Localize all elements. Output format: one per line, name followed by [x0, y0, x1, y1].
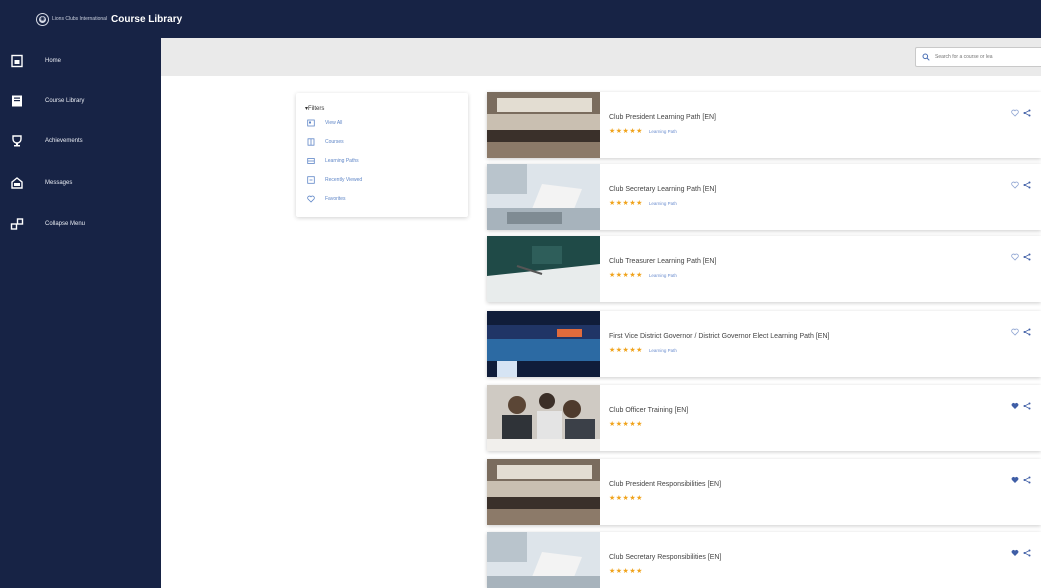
course-thumbnail[interactable]: [487, 164, 600, 230]
lions-logo-icon[interactable]: ◉: [37, 13, 48, 25]
inbox-icon: [10, 176, 24, 190]
course-meta: ★★★★★: [609, 567, 649, 575]
course-thumbnail[interactable]: [487, 532, 600, 588]
page-title: Course Library: [111, 13, 183, 25]
star-rating: ★★★★★: [609, 128, 643, 135]
course-card[interactable]: First Vice District Governor / District …: [487, 311, 1041, 377]
star-rating: ★★★★★: [609, 347, 643, 354]
share-icon[interactable]: [1023, 323, 1031, 336]
star-rating: ★★★★★: [609, 421, 643, 428]
course-thumbnail[interactable]: [487, 385, 600, 451]
course-title[interactable]: Club Officer Training [EN]: [609, 407, 688, 414]
filter-label: Recently Viewed: [325, 177, 363, 183]
share-icon[interactable]: [1023, 104, 1031, 117]
sidebar-item-label: Collapse Menu: [45, 221, 86, 227]
course-title[interactable]: Club Secretary Learning Path [EN]: [609, 186, 716, 193]
collapse-icon: [10, 217, 24, 231]
sidebar-item-messages[interactable]: Messages: [0, 168, 161, 198]
course-card[interactable]: Club President Responsibilities [EN] ★★★…: [487, 459, 1041, 525]
course-title[interactable]: Club Treasurer Learning Path [EN]: [609, 258, 716, 265]
heart-filled-icon[interactable]: [1011, 471, 1019, 483]
filter-view-all[interactable]: View All: [307, 118, 342, 128]
course-type-badge: Learning Path: [648, 272, 677, 278]
course-title[interactable]: Club Secretary Responsibilities [EN]: [609, 554, 721, 561]
filter-label: Courses: [325, 139, 344, 145]
course-thumbnail[interactable]: [487, 236, 600, 302]
sidebar: Home Course Library Achievements Message…: [0, 38, 161, 588]
share-icon[interactable]: [1023, 544, 1031, 557]
filter-label: Favorites: [325, 196, 346, 202]
search-bar-area: [161, 38, 1041, 76]
top-bar: ◉ Lions Clubs International Course Libra…: [0, 0, 1041, 38]
filter-courses[interactable]: Courses: [307, 137, 344, 147]
filter-favorites[interactable]: Favorites: [307, 194, 346, 204]
course-card[interactable]: Club Secretary Learning Path [EN] ★★★★★ …: [487, 164, 1041, 230]
course-card[interactable]: Club Officer Training [EN] ★★★★★: [487, 385, 1041, 451]
course-card[interactable]: Club Treasurer Learning Path [EN] ★★★★★ …: [487, 236, 1041, 302]
sidebar-item-collapse-menu[interactable]: Collapse Menu: [0, 209, 161, 239]
course-thumbnail[interactable]: [487, 459, 600, 525]
course-thumbnail[interactable]: [487, 92, 600, 158]
sidebar-item-label: Messages: [45, 180, 73, 186]
book-icon: [10, 94, 24, 108]
course-card[interactable]: Club Secretary Responsibilities [EN] ★★★…: [487, 532, 1041, 588]
sidebar-item-label: Course Library: [45, 98, 85, 104]
filter-label: Learning Paths: [325, 158, 359, 164]
courses-icon: [307, 138, 315, 146]
search-icon[interactable]: [922, 48, 930, 66]
org-name[interactable]: Lions Clubs International: [52, 16, 107, 22]
home-icon: [10, 54, 24, 68]
heart-outline-icon[interactable]: [1011, 104, 1019, 117]
share-icon[interactable]: [1023, 176, 1031, 189]
star-rating: ★★★★★: [609, 272, 643, 279]
filters-toggle[interactable]: ▾Filters: [305, 105, 324, 112]
sidebar-item-label: Home: [45, 58, 62, 64]
course-meta: ★★★★★ Learning Path: [609, 271, 677, 279]
star-rating: ★★★★★: [609, 200, 643, 207]
star-rating: ★★★★★: [609, 568, 643, 575]
course-type-badge: Learning Path: [648, 200, 677, 206]
trophy-icon: [10, 134, 24, 148]
filter-learning-paths[interactable]: Learning Paths: [307, 156, 359, 166]
heart-outline-icon[interactable]: [1011, 323, 1019, 336]
course-type-badge: Learning Path: [648, 347, 677, 353]
heart-filled-icon[interactable]: [1011, 544, 1019, 556]
learning-paths-icon: [307, 157, 315, 165]
filter-label: View All: [325, 120, 343, 126]
share-icon[interactable]: [1023, 397, 1031, 410]
search-input[interactable]: [935, 54, 1041, 60]
sidebar-item-label: Achievements: [45, 138, 83, 144]
course-title[interactable]: First Vice District Governor / District …: [609, 333, 829, 340]
course-meta: ★★★★★: [609, 420, 649, 428]
sidebar-item-achievements[interactable]: Achievements: [0, 126, 161, 156]
course-card[interactable]: Club President Learning Path [EN] ★★★★★ …: [487, 92, 1041, 158]
heart-outline-icon[interactable]: [1011, 176, 1019, 189]
sidebar-item-home[interactable]: Home: [0, 46, 161, 76]
filter-recently-viewed[interactable]: Recently Viewed: [307, 175, 362, 185]
heart-outline-icon[interactable]: [1011, 248, 1019, 261]
course-meta: ★★★★★ Learning Path: [609, 346, 677, 354]
search-box[interactable]: [915, 47, 1041, 67]
course-thumbnail[interactable]: [487, 311, 600, 377]
recent-icon: [307, 176, 315, 184]
course-meta: ★★★★★: [609, 494, 649, 502]
heart-icon: [307, 195, 315, 203]
share-icon[interactable]: [1023, 248, 1031, 261]
sidebar-item-course-library[interactable]: Course Library: [0, 86, 161, 116]
share-icon[interactable]: [1023, 471, 1031, 484]
course-meta: ★★★★★ Learning Path: [609, 199, 677, 207]
course-title[interactable]: Club President Learning Path [EN]: [609, 114, 716, 121]
heart-filled-icon[interactable]: [1011, 397, 1019, 409]
course-type-badge: Learning Path: [648, 128, 677, 134]
star-rating: ★★★★★: [609, 495, 643, 502]
course-meta: ★★★★★ Learning Path: [609, 127, 677, 135]
view-all-icon: [307, 119, 315, 127]
course-title[interactable]: Club President Responsibilities [EN]: [609, 481, 721, 488]
filters-panel: ▾Filters View All Courses Learning Paths…: [296, 93, 468, 217]
